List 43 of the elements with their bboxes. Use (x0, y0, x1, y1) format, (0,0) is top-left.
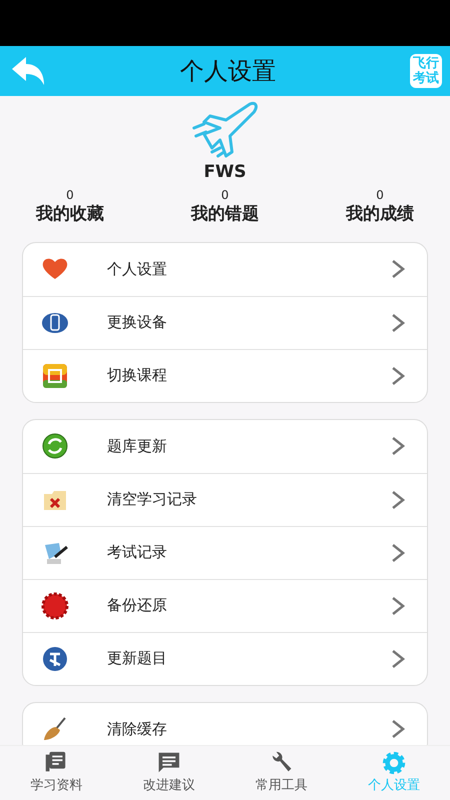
chevron-icon (391, 648, 405, 668)
tab-item[interactable]: 常用工具 (225, 746, 338, 800)
chevron-icon (391, 719, 405, 739)
settings-item[interactable]: 考试记录 (23, 526, 427, 578)
settings-icon (380, 750, 407, 776)
settings-item[interactable]: 更换设备 (23, 296, 427, 348)
chevron-icon (391, 436, 405, 456)
settings-item[interactable]: 个人设置 (23, 242, 427, 296)
settings-item[interactable]: 更新题目 (23, 632, 427, 684)
settings-item[interactable]: 题库更新 (23, 420, 427, 472)
chevron-icon (391, 366, 405, 386)
airplane-icon (190, 100, 260, 158)
stat-label[interactable]: 我的错题 (191, 202, 259, 226)
settings-item[interactable]: 切换课程 (23, 348, 427, 402)
app-logo: 飞行 考试 (410, 54, 442, 88)
item-label: 清空学习记录 (107, 489, 198, 510)
settings-item[interactable]: 清除缓存 (23, 702, 427, 745)
chevron-icon (391, 596, 405, 616)
chevron-icon (391, 490, 405, 510)
refresh-icon (41, 432, 69, 460)
item-label: 更新题目 (107, 648, 168, 670)
stat-count: 0 (376, 188, 384, 202)
item-label: 更换设备 (107, 312, 168, 334)
item-label: 备份还原 (107, 595, 168, 616)
tab-item[interactable]: 学习资料 (0, 746, 112, 800)
item-label: 考试记录 (107, 542, 168, 564)
item-label: 题库更新 (107, 436, 168, 457)
back-icon[interactable] (10, 55, 46, 87)
settings-item[interactable]: 清空学习记录 (23, 472, 427, 526)
chevron-icon (391, 542, 405, 562)
tab-item[interactable]: 改进建议 (112, 746, 225, 800)
chevron-icon (391, 312, 405, 332)
settings-item[interactable]: 备份还原 (23, 578, 427, 632)
page-title: 个人设置 (180, 56, 276, 87)
stat-label[interactable]: 我的收藏 (36, 202, 104, 226)
item-label: 个人设置 (107, 258, 168, 280)
stat-count: 0 (221, 188, 229, 202)
chevron-icon (391, 259, 405, 279)
stat-count: 0 (66, 188, 74, 202)
stat-label[interactable]: 我的成绩 (346, 202, 414, 226)
user-name: FWS (204, 161, 246, 184)
item-label: 切换课程 (107, 365, 168, 386)
item-label: 清除缓存 (107, 718, 168, 740)
